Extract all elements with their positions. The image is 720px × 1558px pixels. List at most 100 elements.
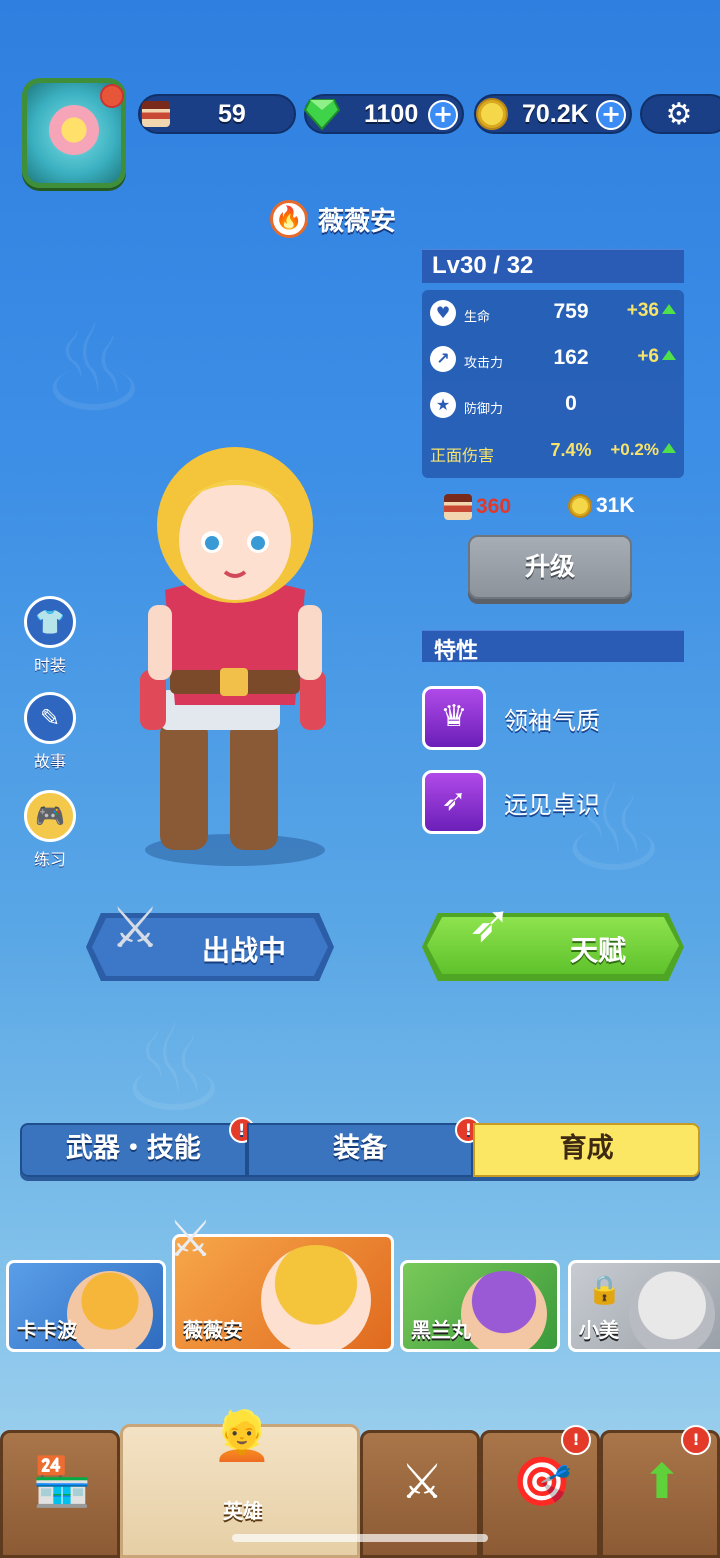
- tab-label: 装备: [333, 1133, 387, 1164]
- cake-icon: [134, 92, 178, 136]
- hero-level: Lv30 / 32: [432, 252, 534, 279]
- cake-count: 59: [218, 99, 246, 128]
- gear-icon: ⚙: [665, 97, 693, 132]
- coin-cost-value: 31K: [596, 494, 635, 517]
- stat-row-front-damage: 正面伤害 7.4% +0.2%: [422, 432, 684, 472]
- arrow-up-icon: [662, 304, 676, 314]
- stat-bonus: +0.2%: [610, 440, 676, 460]
- flower-icon: [49, 105, 99, 155]
- add-gems-button[interactable]: +: [428, 100, 458, 130]
- stat-label: 防御力: [464, 402, 504, 417]
- crossed-swords-icon: ⚔: [168, 1210, 213, 1268]
- hero-icon: 👱: [212, 1408, 272, 1464]
- bow-icon: ➶: [468, 894, 512, 954]
- heart-icon: ♥: [430, 300, 456, 326]
- crown-icon: ♛: [422, 686, 486, 750]
- tab-training[interactable]: 育成: [473, 1123, 701, 1177]
- nav-shop[interactable]: 🏪: [0, 1430, 120, 1558]
- upgrade-cost-cake: 360: [444, 494, 511, 520]
- shop-icon: 🏪: [32, 1454, 92, 1510]
- cake-icon: [444, 494, 472, 520]
- stat-label: 生命: [464, 310, 491, 325]
- cake-cost-value: 360: [476, 495, 512, 518]
- book-icon: ✎: [24, 692, 76, 744]
- story-button[interactable]: ✎ 故事: [24, 692, 76, 772]
- tab-label: 育成: [559, 1133, 614, 1164]
- trait-name: 远见卓识: [504, 790, 600, 819]
- target-icon: 🎯: [512, 1454, 572, 1510]
- stat-bonus: +6: [637, 346, 676, 368]
- traits-header: 特性: [422, 630, 684, 664]
- stat-value: 162: [553, 346, 589, 369]
- bow-icon: ➶: [422, 770, 486, 834]
- practice-button[interactable]: 🎮 练习: [24, 790, 76, 870]
- upgrade-cost-coins: 31K: [568, 494, 635, 518]
- crossed-swords-icon: ⚔: [110, 896, 161, 961]
- nav-target[interactable]: 🎯 !: [480, 1425, 600, 1558]
- hero-portrait: [261, 1245, 371, 1349]
- tab-equipment[interactable]: 装备 !: [246, 1117, 482, 1177]
- side-button-label: 时装: [33, 656, 66, 675]
- upgrade-arrow-icon: ⬆: [641, 1454, 683, 1510]
- deploy-label: 出战中: [202, 934, 287, 967]
- stat-row-hp: ♥ 生命 759 +36: [422, 294, 684, 334]
- gem-resource: 1100 +: [304, 94, 464, 134]
- stat-value: 759: [553, 300, 589, 323]
- hero-card-name: 黑兰丸: [411, 1318, 471, 1342]
- gem-icon: [300, 92, 344, 136]
- nav-label: 英雄: [223, 1499, 263, 1523]
- settings-button[interactable]: ⚙: [640, 94, 720, 134]
- hero-character-model[interactable]: [120, 430, 350, 870]
- stat-label: 正面伤害: [430, 446, 495, 465]
- coin-icon: [568, 494, 592, 518]
- stat-label: 攻击力: [464, 356, 504, 371]
- coin-resource: 70.2K +: [474, 94, 632, 134]
- home-indicator: [232, 1534, 488, 1542]
- attack-icon: ↗: [430, 346, 456, 372]
- tab-weapon-skill[interactable]: 武器・技能 !: [20, 1117, 255, 1177]
- tab-label: 武器・技能: [65, 1133, 201, 1164]
- lock-icon: 🔒: [587, 1273, 622, 1306]
- trait-name: 领袖气质: [504, 706, 600, 735]
- hero-card-name: 小美: [579, 1318, 619, 1342]
- talent-button-face: [427, 917, 679, 974]
- hero-card[interactable]: 黑兰丸: [400, 1260, 560, 1352]
- trait-item[interactable]: ♛ 领袖气质: [422, 686, 600, 750]
- coin-icon: [470, 92, 514, 136]
- hero-name-row: 🔥 薇薇安: [270, 200, 396, 238]
- bg-flame-decoration: ♨: [40, 300, 148, 439]
- gamepad-icon: 🎮: [24, 790, 76, 842]
- traits-title: 特性: [434, 639, 479, 664]
- hero-portrait: [461, 1271, 547, 1349]
- hero-detail-tabs: 武器・技能 ! 装备 ! 育成: [20, 1117, 701, 1177]
- hero-portrait: [67, 1271, 153, 1349]
- stat-value: 0: [565, 392, 577, 415]
- shirt-icon: 👕: [24, 596, 76, 648]
- alert-icon: !: [561, 1425, 591, 1455]
- stat-row-attack: ↗ 攻击力 162 +6: [422, 340, 684, 380]
- avatar-alert-dot: [100, 84, 124, 108]
- hero-card[interactable]: 卡卡波: [6, 1260, 166, 1352]
- hero-name: 薇薇安: [318, 206, 397, 237]
- upgrade-button[interactable]: 升级: [468, 535, 632, 599]
- costume-button[interactable]: 👕 时装: [24, 596, 76, 676]
- alert-icon: !: [681, 1425, 711, 1455]
- cake-resource: 59: [138, 94, 296, 134]
- stat-value: 7.4%: [550, 440, 592, 460]
- stats-panel: ♥ 生命 759 +36 ↗ 攻击力 162 +6 ★ 防御力 0 正面伤害 7…: [422, 290, 684, 478]
- nav-upgrade[interactable]: ⬆ !: [600, 1425, 720, 1558]
- add-coins-button[interactable]: +: [596, 100, 626, 130]
- battle-icon: ⚔: [400, 1454, 444, 1510]
- shield-icon: ★: [430, 392, 456, 418]
- talent-button[interactable]: 天赋: [422, 913, 684, 981]
- trait-item[interactable]: ➶ 远见卓识: [422, 770, 600, 834]
- fire-element-icon: 🔥: [270, 200, 308, 238]
- arrow-up-icon: [662, 350, 676, 360]
- side-button-label: 练习: [33, 850, 66, 869]
- hero-card-name: 薇薇安: [183, 1318, 243, 1342]
- hero-card-locked[interactable]: 🔒 小美: [568, 1260, 720, 1352]
- coin-count: 70.2K: [522, 99, 589, 128]
- side-button-label: 故事: [33, 752, 66, 771]
- level-bar: Lv30 / 32: [422, 249, 684, 283]
- hero-portrait: [629, 1271, 715, 1349]
